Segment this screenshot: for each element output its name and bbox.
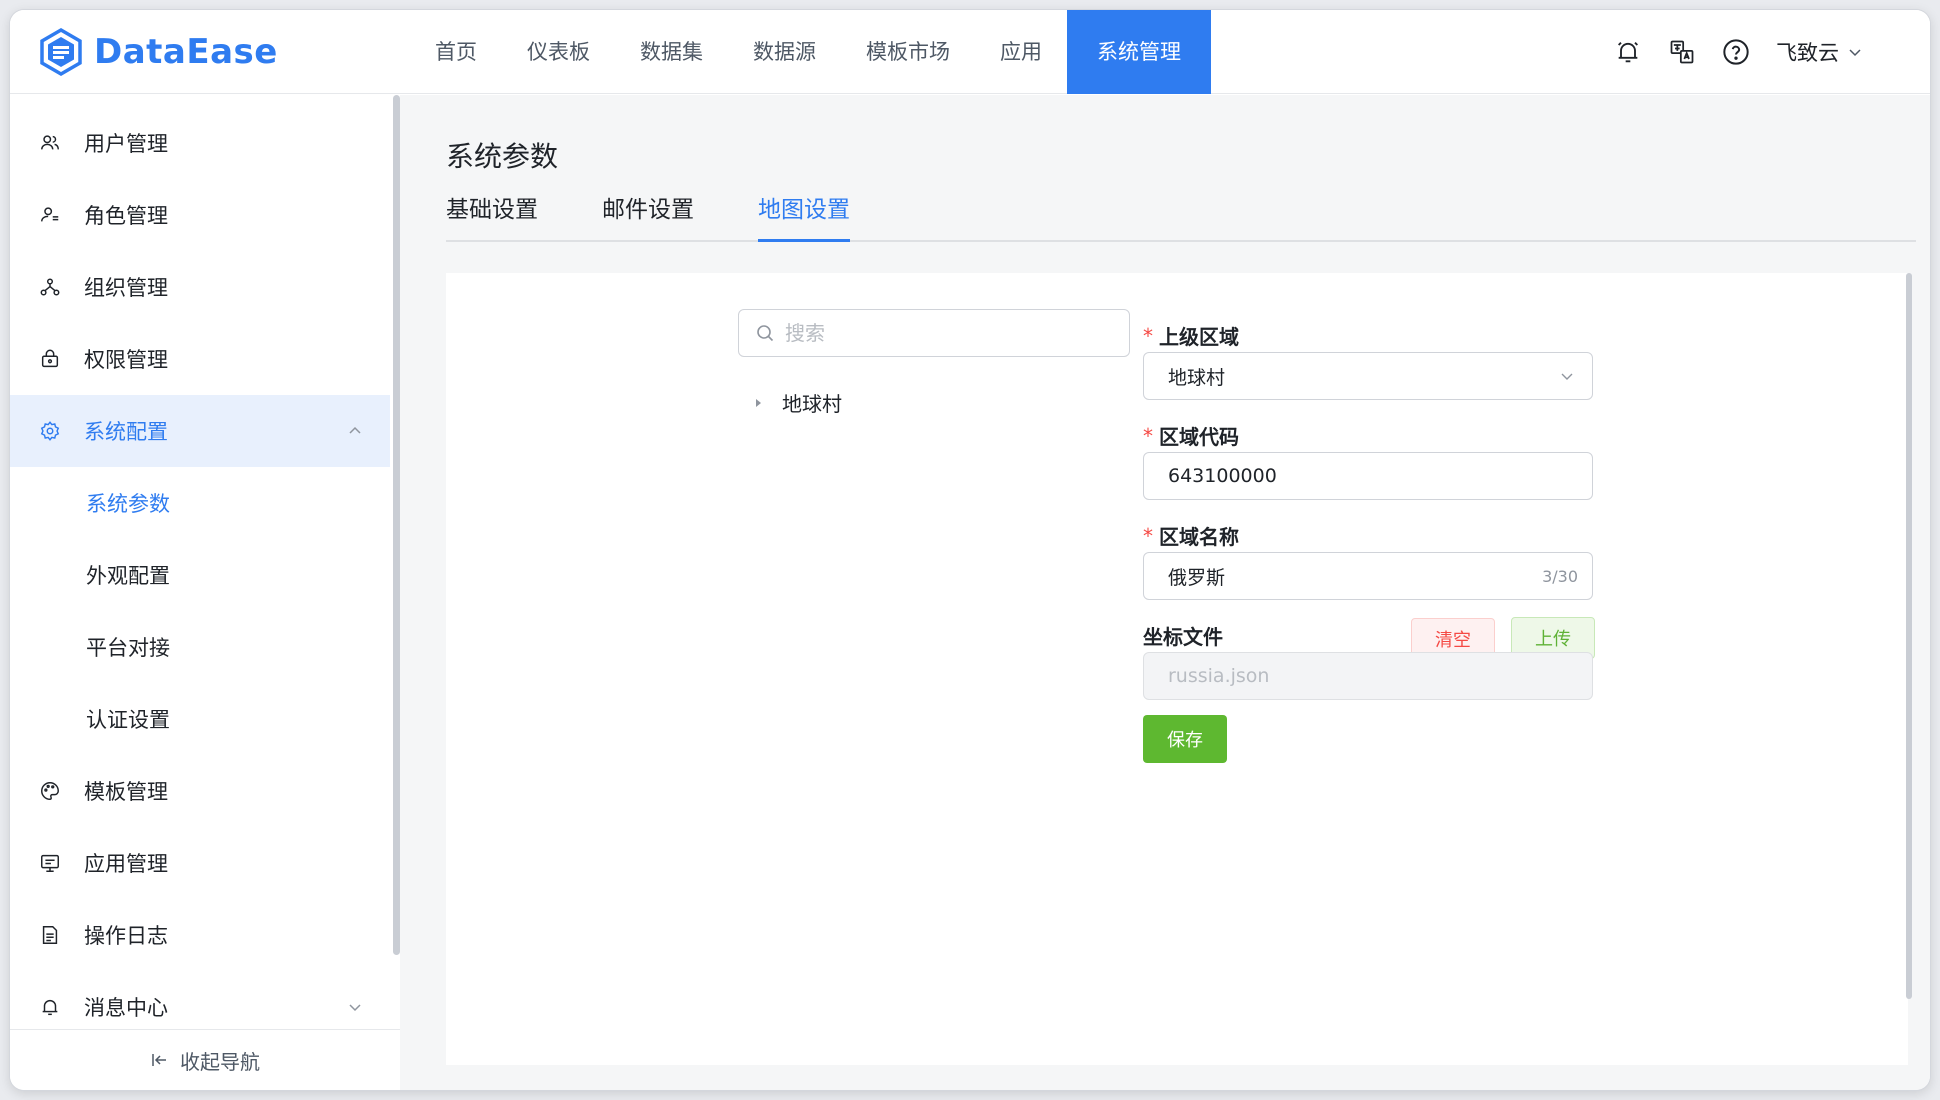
logo[interactable]: DataEase bbox=[36, 26, 278, 78]
bell-icon[interactable] bbox=[1610, 34, 1646, 70]
parent-area-value: 地球村 bbox=[1168, 366, 1226, 389]
users-icon bbox=[38, 131, 62, 155]
collapse-icon bbox=[152, 1054, 166, 1066]
sidebar: 用户管理 角色管理 组织管理 权限管理 系统配置 系统参数 外观配置 平台对接 … bbox=[10, 95, 400, 1090]
sidebar-item-roles[interactable]: 角色管理 bbox=[10, 179, 390, 251]
chevron-down-icon bbox=[349, 1004, 361, 1012]
sidebar-item-appearance[interactable]: 外观配置 bbox=[10, 539, 390, 611]
save-button[interactable]: 保存 bbox=[1143, 715, 1227, 763]
sidebar-item-system-config[interactable]: 系统配置 bbox=[10, 395, 390, 467]
bell-icon bbox=[38, 995, 62, 1019]
app-icon bbox=[38, 851, 62, 875]
lock-icon bbox=[38, 347, 62, 371]
dataease-logo-icon bbox=[40, 27, 82, 77]
gear-icon bbox=[38, 419, 62, 443]
area-name-field[interactable]: 俄罗斯 3/30 bbox=[1143, 552, 1593, 600]
sidebar-item-apps[interactable]: 应用管理 bbox=[10, 827, 390, 899]
sidebar-item-label: 应用管理 bbox=[84, 852, 168, 876]
log-icon bbox=[38, 923, 62, 947]
sidebar-scrollbar[interactable] bbox=[393, 95, 400, 955]
coord-file-field: russia.json bbox=[1143, 652, 1593, 700]
sidebar-item-label: 平台对接 bbox=[86, 636, 170, 660]
collapse-nav-label: 收起导航 bbox=[180, 1049, 260, 1074]
tree-node-label: 地球村 bbox=[782, 392, 842, 416]
palette-icon bbox=[38, 779, 62, 803]
search-input[interactable] bbox=[785, 321, 1105, 345]
sidebar-item-templates[interactable]: 模板管理 bbox=[10, 755, 390, 827]
sidebar-item-system-params[interactable]: 系统参数 bbox=[10, 467, 390, 539]
app-window: DataEase 首页 仪表板 数据集 数据源 模板市场 应用 系统管理 飞致云… bbox=[10, 10, 1930, 1090]
sidebar-item-label: 权限管理 bbox=[84, 348, 168, 372]
sidebar-item-label: 外观配置 bbox=[86, 564, 170, 588]
area-name-label: * 区域名称 bbox=[1143, 523, 1239, 550]
search-icon bbox=[757, 325, 774, 342]
sidebar-item-label: 角色管理 bbox=[84, 204, 168, 228]
char-count: 3/30 bbox=[1542, 566, 1578, 586]
org-icon bbox=[38, 275, 62, 299]
sidebar-item-label: 认证设置 bbox=[86, 708, 170, 732]
nav-datasource[interactable]: 数据源 bbox=[728, 10, 841, 94]
top-nav: 首页 仪表板 数据集 数据源 模板市场 应用 系统管理 bbox=[410, 10, 1211, 94]
user-name: 飞致云 bbox=[1776, 41, 1839, 65]
area-search[interactable] bbox=[738, 309, 1130, 357]
page-title: 系统参数 bbox=[446, 140, 559, 173]
sidebar-item-label: 系统参数 bbox=[86, 492, 170, 516]
chevron-up-icon bbox=[349, 426, 361, 434]
parent-area-select[interactable]: 地球村 bbox=[1143, 352, 1593, 400]
nav-apps[interactable]: 应用 bbox=[975, 10, 1067, 94]
panel-scrollbar[interactable] bbox=[1906, 273, 1912, 999]
coord-file-value: russia.json bbox=[1168, 665, 1270, 687]
nav-home[interactable]: 首页 bbox=[410, 10, 502, 94]
area-code-value: 643100000 bbox=[1168, 465, 1277, 487]
area-code-field[interactable]: 643100000 bbox=[1143, 452, 1593, 500]
translate-icon[interactable] bbox=[1664, 34, 1700, 70]
map-settings-panel: 地球村 *上级区域 地球村 *区域代码 643100000 *区域名称 bbox=[446, 273, 1908, 1065]
sidebar-item-auth[interactable]: 认证设置 bbox=[10, 683, 390, 755]
nav-system-management[interactable]: 系统管理 bbox=[1067, 10, 1211, 94]
main-content: 系统参数 基础设置 邮件设置 地图设置 地球村 *上级区域 地球村 bbox=[400, 95, 1930, 1090]
collapse-nav-button[interactable]: 收起导航 bbox=[10, 1029, 400, 1090]
sidebar-item-org[interactable]: 组织管理 bbox=[10, 251, 390, 323]
nav-template-market[interactable]: 模板市场 bbox=[841, 10, 975, 94]
caret-right-icon[interactable] bbox=[752, 397, 764, 409]
header-actions: 飞致云 bbox=[1610, 34, 1863, 70]
sidebar-item-logs[interactable]: 操作日志 bbox=[10, 899, 390, 971]
parent-area-label: * 上级区域 bbox=[1143, 323, 1239, 350]
area-name-value: 俄罗斯 bbox=[1168, 566, 1226, 589]
tab-map-settings[interactable]: 地图设置 bbox=[758, 190, 850, 242]
nav-dataset[interactable]: 数据集 bbox=[615, 10, 728, 94]
top-header: DataEase 首页 仪表板 数据集 数据源 模板市场 应用 系统管理 飞致云 bbox=[10, 10, 1930, 94]
help-icon[interactable] bbox=[1718, 34, 1754, 70]
role-icon bbox=[38, 203, 62, 227]
chevron-down-icon bbox=[1561, 373, 1573, 380]
chevron-down-icon bbox=[1849, 49, 1861, 57]
sidebar-item-label: 操作日志 bbox=[84, 924, 168, 948]
nav-dashboard[interactable]: 仪表板 bbox=[502, 10, 615, 94]
area-code-label: * 区域代码 bbox=[1143, 423, 1239, 450]
sidebar-item-label: 用户管理 bbox=[84, 132, 168, 156]
user-menu[interactable]: 飞致云 bbox=[1776, 37, 1863, 67]
settings-tabs: 基础设置 邮件设置 地图设置 bbox=[446, 190, 1916, 242]
sidebar-item-label: 系统配置 bbox=[84, 420, 168, 444]
tab-mail-settings[interactable]: 邮件设置 bbox=[602, 190, 694, 242]
tab-basic-settings[interactable]: 基础设置 bbox=[446, 190, 538, 242]
tree-node-earth-village[interactable]: 地球村 bbox=[752, 388, 842, 417]
sidebar-item-users[interactable]: 用户管理 bbox=[10, 107, 390, 179]
sidebar-item-label: 模板管理 bbox=[84, 780, 168, 804]
sidebar-item-label: 组织管理 bbox=[84, 276, 168, 300]
sidebar-item-label: 消息中心 bbox=[84, 996, 168, 1020]
sidebar-item-permissions[interactable]: 权限管理 bbox=[10, 323, 390, 395]
sidebar-item-platform[interactable]: 平台对接 bbox=[10, 611, 390, 683]
coord-file-label: 坐标文件 bbox=[1143, 625, 1223, 649]
logo-text: DataEase bbox=[94, 32, 278, 72]
